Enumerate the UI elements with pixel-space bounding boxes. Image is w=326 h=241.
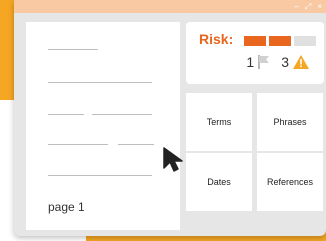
title-bar: – ⤢ ×: [14, 0, 326, 13]
text-line: [118, 144, 154, 145]
document-page[interactable]: page 1: [26, 22, 183, 230]
flag-icon[interactable]: [257, 54, 271, 70]
tile-dates[interactable]: Dates: [186, 153, 252, 211]
tile-phrases[interactable]: Phrases: [257, 93, 323, 151]
risk-label: Risk:: [199, 31, 234, 47]
risk-bar-segment: [269, 36, 291, 46]
tile-label: Dates: [207, 177, 231, 187]
tile-references[interactable]: References: [257, 153, 323, 211]
maximize-icon[interactable]: ⤢: [305, 0, 311, 13]
close-icon[interactable]: ×: [317, 0, 322, 13]
tile-label: Phrases: [273, 117, 307, 127]
risk-bar-segment: [244, 36, 266, 46]
text-line: [48, 82, 152, 83]
text-line: [48, 114, 84, 115]
text-line: [48, 49, 98, 50]
tile-terms[interactable]: Terms: [186, 93, 252, 151]
text-line: [92, 114, 152, 115]
page-label: page 1: [48, 200, 85, 214]
risk-bar-segment: [294, 36, 316, 46]
risk-level-meter: [244, 36, 316, 46]
mouse-cursor-icon: [163, 147, 183, 172]
risk-panel: Risk: 1 3: [186, 22, 324, 84]
minimize-icon[interactable]: –: [294, 0, 298, 13]
app-window: – ⤢ × page 1 Risk: 1 3 Terms Phrases Dat…: [14, 0, 326, 236]
warning-count: 3: [281, 54, 289, 70]
issue-counts: 1 3: [246, 54, 310, 70]
text-line: [48, 144, 108, 145]
warning-icon[interactable]: [292, 54, 310, 70]
text-line: [48, 175, 152, 176]
flag-count: 1: [246, 54, 255, 70]
tile-label: Terms: [206, 117, 232, 127]
tile-label: References: [266, 177, 314, 187]
window-controls: – ⤢ ×: [294, 0, 322, 13]
